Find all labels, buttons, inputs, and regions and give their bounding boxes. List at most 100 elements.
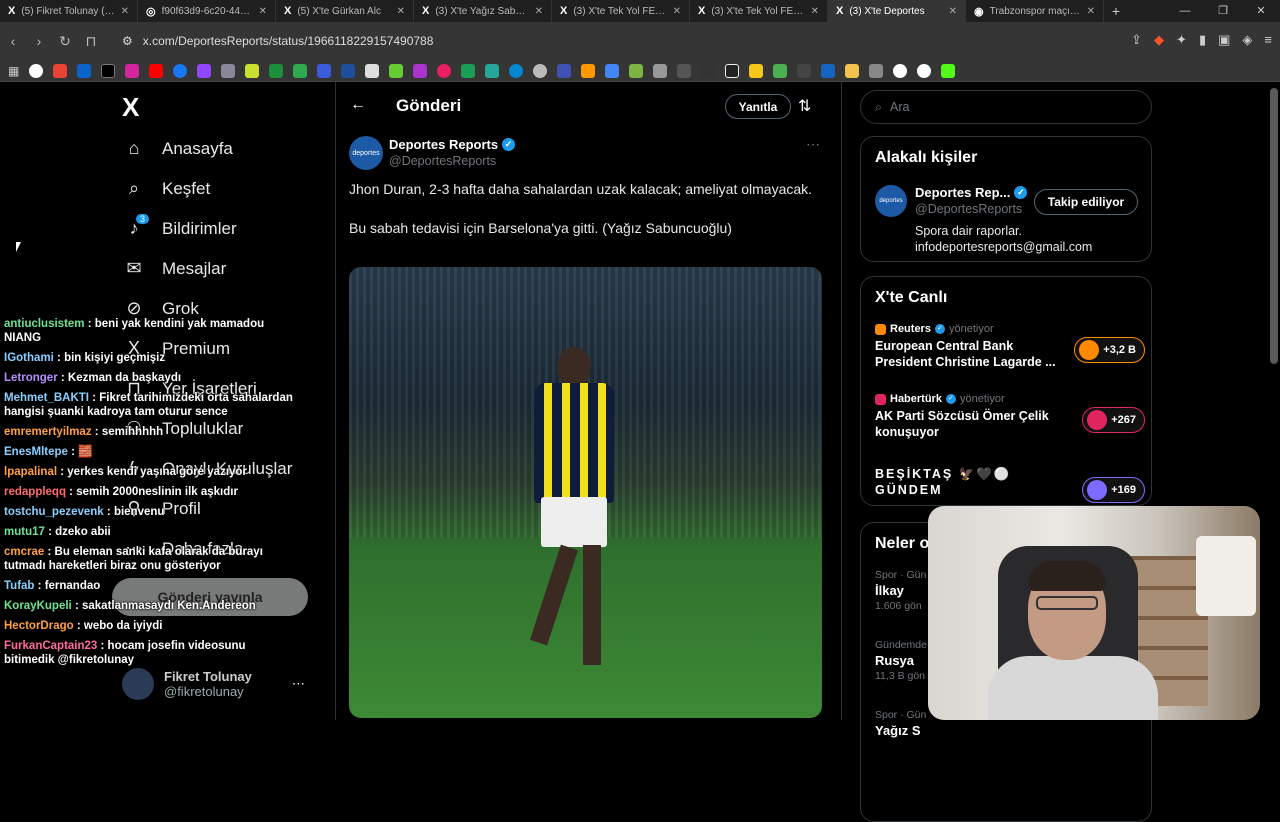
- url-bar[interactable]: ⚙ x.com/DeportesReports/status/196611822…: [112, 28, 952, 54]
- bookmark-icon-23[interactable]: [557, 63, 572, 78]
- author-name[interactable]: Deportes Reports ✓: [389, 137, 516, 152]
- bookmark-icon-13[interactable]: [317, 63, 332, 78]
- browser-tab[interactable]: X (3) X'te Deportes ✕: [828, 0, 966, 22]
- instagram-bookmark-icon[interactable]: [125, 63, 140, 78]
- page-scrollbar[interactable]: [1270, 88, 1278, 364]
- bookmark-icon-28[interactable]: [677, 63, 692, 78]
- bookmark-icon-15[interactable]: [365, 63, 380, 78]
- folder-icon[interactable]: [845, 63, 860, 78]
- chat-username[interactable]: antiuclusistem: [4, 318, 85, 330]
- trend-item[interactable]: Spor · Gün İlkay 1.606 gön: [875, 569, 926, 612]
- chat-username[interactable]: redappleqq: [4, 486, 66, 498]
- trend-item[interactable]: Gündemde Rusya 11,3 B gön: [875, 639, 927, 682]
- tab-close-icon[interactable]: ✕: [811, 6, 819, 17]
- youtube-bookmark-icon[interactable]: [149, 63, 164, 78]
- post-image[interactable]: [349, 267, 822, 718]
- tab-close-icon[interactable]: ✕: [1087, 6, 1095, 17]
- chat-username[interactable]: Mehmet_BAKTI: [4, 392, 89, 404]
- tab-close-icon[interactable]: ✕: [949, 6, 957, 17]
- chat-username[interactable]: emremertyilmaz: [4, 426, 92, 438]
- tab-close-icon[interactable]: ✕: [673, 6, 681, 17]
- chat-username[interactable]: EnesMltepe: [4, 446, 68, 458]
- author-handle[interactable]: @DeportesReports: [389, 154, 496, 168]
- minimize-icon[interactable]: —: [1166, 0, 1204, 22]
- bookmark-icon-24[interactable]: [581, 63, 596, 78]
- browser-tab[interactable]: X (3) X'te Tek Yol FENER ✕: [552, 0, 690, 22]
- author-avatar[interactable]: deportes: [349, 136, 383, 170]
- post-more-icon[interactable]: ⋯: [806, 136, 820, 153]
- bookmark-icon-19[interactable]: [461, 63, 476, 78]
- listener-count-pill[interactable]: +169: [1082, 477, 1145, 503]
- close-window-icon[interactable]: ✕: [1242, 0, 1280, 22]
- bookmark-icon-11[interactable]: [269, 63, 284, 78]
- bookmark-icon-29[interactable]: [701, 63, 716, 78]
- chat-username[interactable]: lpapalinal: [4, 466, 57, 478]
- bookmark-icon-18[interactable]: [437, 63, 452, 78]
- tab-close-icon[interactable]: ✕: [535, 6, 543, 17]
- reload-icon[interactable]: ↻: [52, 33, 78, 50]
- chat-username[interactable]: HectorDrago: [4, 620, 74, 632]
- link-icon[interactable]: [869, 63, 884, 78]
- filter-icon[interactable]: ⇅: [798, 96, 811, 116]
- bookmark-icon-31[interactable]: [749, 63, 764, 78]
- bookmark-icon-22[interactable]: [533, 63, 548, 78]
- wallet-icon[interactable]: ▣: [1218, 32, 1230, 48]
- nav-item-keşfet[interactable]: ⌕ Keşfet: [122, 178, 210, 199]
- related-avatar[interactable]: deportes: [875, 185, 907, 217]
- live-space-item[interactable]: Habertürk ✓ yönetiyor AK Parti Sözcüsü Ömer…: [875, 393, 1145, 440]
- chat-username[interactable]: IGothami: [4, 352, 54, 364]
- bookmark-icon-17[interactable]: [413, 63, 428, 78]
- menu-icon[interactable]: ≡: [1264, 32, 1272, 48]
- trend-item[interactable]: Spor · Gün Yağız S: [875, 709, 926, 740]
- bookmark-icon-21[interactable]: [509, 63, 524, 78]
- share-icon[interactable]: ⇪: [1131, 32, 1142, 48]
- bookmark-icon-9[interactable]: [221, 63, 236, 78]
- new-tab-button[interactable]: +: [1104, 3, 1128, 19]
- bookmark-icon-12[interactable]: [293, 63, 308, 78]
- facebook-bookmark-icon[interactable]: [173, 63, 188, 78]
- site-settings-icon[interactable]: ⚙: [122, 34, 133, 48]
- browser-tab[interactable]: X (5) Fikret Tolunay (@fi ✕: [0, 0, 138, 22]
- x-logo-icon[interactable]: X: [122, 92, 139, 123]
- back-arrow-icon[interactable]: ←: [350, 96, 366, 114]
- browser-tab[interactable]: ◎ f90f63d9-6c20-4422- ✕: [138, 0, 276, 22]
- kick-icon[interactable]: [941, 63, 956, 78]
- bookmark-icon-32[interactable]: [773, 63, 788, 78]
- bookmark-icon-10[interactable]: [245, 63, 260, 78]
- chat-username[interactable]: tostchu_pezevenk: [4, 506, 104, 518]
- chat-username[interactable]: KorayKupeli: [4, 600, 72, 612]
- browser-tab[interactable]: X (3) X'te Yağız Sabunc ✕: [414, 0, 552, 22]
- google-bookmark-icon[interactable]: [29, 63, 44, 78]
- chat-username[interactable]: mutu17: [4, 526, 45, 538]
- bookmark-icon-30[interactable]: [725, 63, 740, 78]
- chat-username[interactable]: Letronger: [4, 372, 58, 384]
- bookmark-icon-20[interactable]: [485, 63, 500, 78]
- live-space-item[interactable]: BEŞİKTAŞ 🦅🖤⚪ GÜNDEM +169: [875, 463, 1145, 503]
- listener-count-pill[interactable]: +267: [1082, 407, 1145, 433]
- forward-icon[interactable]: ›: [26, 33, 52, 49]
- bookmark-icon-14[interactable]: [341, 63, 356, 78]
- live-space-item[interactable]: Reuters ✓ yönetiyor European Central Bank P…: [875, 323, 1145, 370]
- chat-username[interactable]: Tufab: [4, 580, 34, 592]
- apps-icon[interactable]: ▦: [8, 64, 19, 78]
- following-button[interactable]: Takip ediliyor: [1034, 189, 1138, 215]
- bookmark-icon-38[interactable]: [917, 63, 932, 78]
- bookmark-icon[interactable]: ⊓: [78, 33, 104, 50]
- bookmark-icon-33[interactable]: [797, 63, 812, 78]
- vpn-icon[interactable]: ◈: [1242, 32, 1252, 48]
- tab-close-icon[interactable]: ✕: [259, 6, 267, 17]
- bookmark-icon-16[interactable]: [389, 63, 404, 78]
- chat-username[interactable]: cmcrae: [4, 546, 44, 558]
- bookmark-icon-27[interactable]: [653, 63, 668, 78]
- x-bookmark-icon[interactable]: [101, 63, 116, 78]
- browser-tab[interactable]: ◉ Trabzonspor maçının ✕: [966, 0, 1104, 22]
- extensions-icon[interactable]: ✦: [1176, 32, 1187, 48]
- brave-shield-icon[interactable]: ◆: [1154, 32, 1164, 48]
- outlook-bookmark-icon[interactable]: [77, 63, 92, 78]
- browser-tab[interactable]: X (3) X'te Tek Yol FENER ✕: [690, 0, 828, 22]
- sidebar-icon[interactable]: ▮: [1199, 32, 1206, 48]
- tab-close-icon[interactable]: ✕: [397, 6, 405, 17]
- maximize-icon[interactable]: ❐: [1204, 0, 1242, 22]
- twitch-bookmark-icon[interactable]: [197, 63, 212, 78]
- chat-username[interactable]: FurkanCaptain23: [4, 640, 97, 652]
